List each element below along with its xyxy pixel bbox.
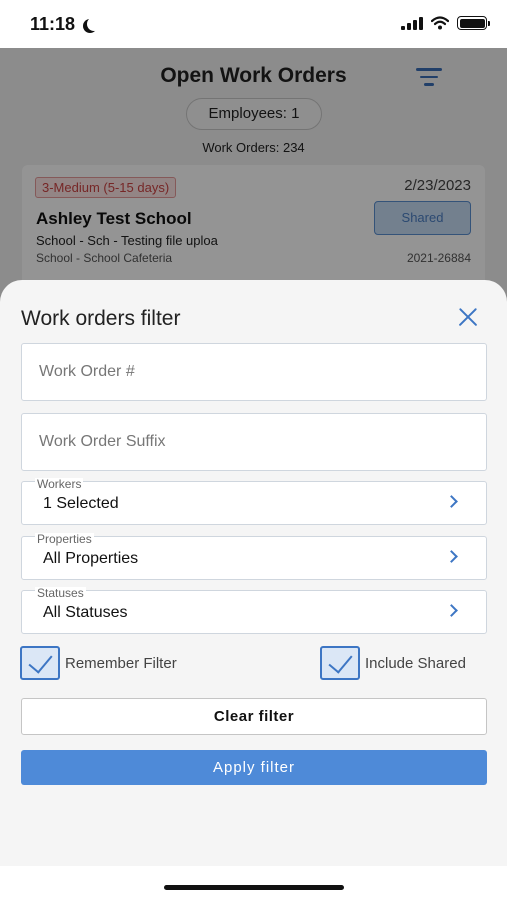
clock-text: 11:18 xyxy=(30,14,76,34)
remember-filter-label: Remember Filter xyxy=(65,654,177,672)
statuses-select[interactable]: Statuses All Statuses xyxy=(21,586,487,634)
work-order-number-input[interactable] xyxy=(22,344,486,400)
home-indicator[interactable] xyxy=(164,885,344,890)
wifi-icon xyxy=(431,16,449,30)
battery-icon xyxy=(457,16,490,30)
clear-filter-button[interactable]: Clear filter xyxy=(21,698,487,735)
status-bar: 11:18 xyxy=(0,0,507,48)
include-shared-row[interactable]: Include Shared xyxy=(320,646,466,680)
include-shared-label: Include Shared xyxy=(365,654,466,672)
work-order-number-field[interactable] xyxy=(21,343,487,401)
remember-filter-row[interactable]: Remember Filter xyxy=(20,646,177,680)
chevron-right-icon xyxy=(445,604,458,617)
work-order-suffix-field[interactable] xyxy=(21,413,487,471)
filter-sheet: Work orders filter Workers 1 Selected Pr… xyxy=(0,280,507,900)
status-time: 11:18 xyxy=(30,14,97,35)
cellular-signal-icon xyxy=(401,16,423,30)
status-icons xyxy=(401,16,490,30)
close-icon[interactable] xyxy=(456,305,480,329)
work-order-suffix-input[interactable] xyxy=(22,414,486,470)
apply-filter-button[interactable]: Apply filter xyxy=(21,750,487,785)
include-shared-checkbox[interactable] xyxy=(320,646,360,680)
workers-value: 1 Selected xyxy=(43,495,119,512)
workers-select[interactable]: Workers 1 Selected xyxy=(21,477,487,525)
chevron-right-icon xyxy=(445,550,458,563)
properties-value: All Properties xyxy=(43,550,139,567)
sheet-title: Work orders filter xyxy=(21,307,181,330)
statuses-value: All Statuses xyxy=(43,604,128,621)
statuses-label: Statuses xyxy=(35,586,86,600)
properties-label: Properties xyxy=(35,532,94,546)
home-indicator-area xyxy=(0,866,507,900)
chevron-right-icon xyxy=(445,495,458,508)
moon-icon xyxy=(87,17,101,31)
workers-label: Workers xyxy=(35,477,84,491)
remember-filter-checkbox[interactable] xyxy=(20,646,60,680)
properties-select[interactable]: Properties All Properties xyxy=(21,532,487,580)
